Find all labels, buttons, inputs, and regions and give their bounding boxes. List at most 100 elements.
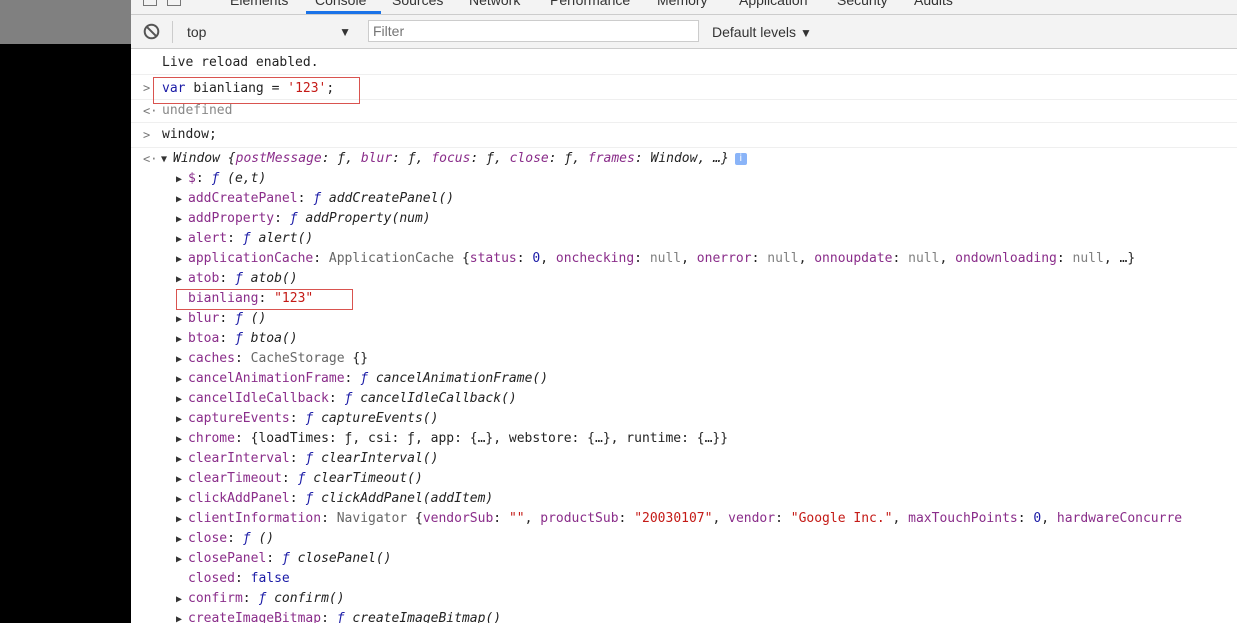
property-value: addCreatePanel() xyxy=(328,191,455,206)
separator xyxy=(368,371,376,386)
property-row[interactable]: ▶ $: ƒ (e,t) xyxy=(176,169,266,189)
object-type: ApplicationCache xyxy=(328,251,455,266)
separator: , xyxy=(892,511,909,526)
property-row[interactable]: ▶ clickAddPanel: ƒ clickAddPanel(addItem) xyxy=(176,489,493,509)
summary-prop-key: postMessage xyxy=(235,151,322,166)
separator: : xyxy=(266,551,282,566)
property-row[interactable]: ▶ addCreatePanel: ƒ addCreatePanel() xyxy=(176,189,454,209)
separator: : xyxy=(195,171,212,186)
background-panel-gray xyxy=(0,0,131,44)
property-key: clearTimeout xyxy=(188,471,282,486)
clear-console-icon[interactable] xyxy=(143,23,160,40)
inner-key: maxTouchPoints xyxy=(908,511,1018,526)
triangle-right-icon: ▶ xyxy=(176,534,183,545)
property-key: clearInterval xyxy=(188,451,290,466)
function-glyph: ƒ xyxy=(289,211,298,226)
separator: : xyxy=(234,571,251,586)
info-icon[interactable]: i xyxy=(734,152,747,165)
triangle-down-icon: ▼ xyxy=(161,154,168,165)
property-key: addProperty xyxy=(188,211,275,226)
property-row[interactable]: ▶ blur: ƒ () xyxy=(176,309,266,329)
property-row[interactable]: closed: false xyxy=(176,569,290,589)
triangle-right-icon: ▶ xyxy=(176,194,183,205)
property-value: clearTimeout() xyxy=(313,471,423,486)
property-row[interactable]: ▶ close: ƒ () xyxy=(176,529,274,549)
separator: : xyxy=(493,511,509,526)
property-key: btoa xyxy=(188,331,220,346)
property-row[interactable]: ▶ btoa: ƒ btoa() xyxy=(176,329,298,349)
property-key: alert xyxy=(188,231,228,246)
separator: : xyxy=(219,271,235,286)
property-row[interactable]: ▶ closePanel: ƒ closePanel() xyxy=(176,549,392,569)
toolbar-separator xyxy=(172,21,173,43)
triangle-right-icon: ▶ xyxy=(176,474,183,485)
triangle-right-icon: ▶ xyxy=(176,494,183,505)
property-row[interactable]: ▶ atob: ƒ atob() xyxy=(176,269,298,289)
property-value: atob() xyxy=(250,271,298,286)
property-row[interactable]: ▶ caches: CacheStorage {} xyxy=(176,349,368,369)
separator: : xyxy=(321,611,337,623)
inner-key: onchecking xyxy=(555,251,635,266)
property-row[interactable]: ▶ chrome: {loadTimes: ƒ, csi: ƒ, app: {…}… xyxy=(176,429,728,449)
separator: , xyxy=(540,251,556,266)
tab-console[interactable]: Console xyxy=(315,0,366,8)
tab-memory[interactable]: Memory xyxy=(657,0,708,8)
property-value: captureEvents() xyxy=(321,411,439,426)
separator xyxy=(313,411,321,426)
function-glyph: ƒ xyxy=(234,271,243,286)
property-row[interactable]: ▶ cancelAnimationFrame: ƒ cancelAnimation… xyxy=(176,369,548,389)
tab-security[interactable]: Security xyxy=(837,0,888,8)
filter-input[interactable] xyxy=(368,20,699,42)
devtools-tab-strip: Elements Console Sources Network Perform… xyxy=(131,0,1237,15)
inspect-element-icon[interactable] xyxy=(143,0,157,6)
property-row[interactable]: ▶ confirm: ƒ confirm() xyxy=(176,589,345,609)
tab-application[interactable]: Application xyxy=(739,0,808,8)
inner-value: "20030107" xyxy=(634,511,713,526)
property-row[interactable]: ▶ createImageBitmap: ƒ createImageBitmap(… xyxy=(176,609,501,623)
tab-network[interactable]: Network xyxy=(469,0,520,8)
function-glyph: ƒ xyxy=(336,611,345,623)
property-key: close xyxy=(188,531,228,546)
separator: , xyxy=(345,151,361,166)
property-key: blur xyxy=(188,311,220,326)
separator: , xyxy=(524,511,541,526)
inner-value: "Google Inc." xyxy=(790,511,893,526)
property-row[interactable]: ▶ cancelIdleCallback: ƒ cancelIdleCallbac… xyxy=(176,389,517,409)
separator: , …} xyxy=(1103,251,1136,266)
property-value: alert() xyxy=(258,231,314,246)
separator: : xyxy=(751,251,768,266)
background-panel-black xyxy=(0,44,131,623)
summary-prop-value: Window xyxy=(650,151,698,166)
console-toolbar: top ▼ Default levels▼ xyxy=(131,15,1237,49)
tab-performance[interactable]: Performance xyxy=(550,0,630,8)
property-row[interactable]: ▶ applicationCache: ApplicationCache {sta… xyxy=(176,249,1135,269)
property-row[interactable]: ▶ addProperty: ƒ addProperty(num) xyxy=(176,209,431,229)
tab-sources[interactable]: Sources xyxy=(392,0,443,8)
context-selector[interactable]: top ▼ xyxy=(187,22,351,42)
property-key: addCreatePanel xyxy=(188,191,298,206)
property-row[interactable]: ▶ clientInformation: Navigator {vendorSub… xyxy=(176,509,1182,529)
separator xyxy=(219,171,227,186)
window-object-summary[interactable]: ▼ Window {postMessage: ƒ, blur: ƒ, focus:… xyxy=(161,149,747,169)
separator xyxy=(290,551,298,566)
separator xyxy=(313,491,321,506)
separator: : xyxy=(227,231,243,246)
property-key: closed xyxy=(188,571,235,586)
tab-audits[interactable]: Audits xyxy=(914,0,953,8)
property-value: () xyxy=(258,531,275,546)
property-row[interactable]: ▶ captureEvents: ƒ captureEvents() xyxy=(176,409,438,429)
separator xyxy=(266,591,274,606)
separator: : xyxy=(344,371,361,386)
property-row[interactable]: ▶ clearInterval: ƒ clearInterval() xyxy=(176,449,438,469)
tab-elements[interactable]: Elements xyxy=(230,0,288,8)
function-glyph: ƒ xyxy=(242,231,251,246)
console-message: Live reload enabled. xyxy=(131,49,1237,75)
property-row[interactable]: ▶ clearTimeout: ƒ clearTimeout() xyxy=(176,469,423,489)
property-row[interactable]: ▶ alert: ƒ alert() xyxy=(176,229,313,249)
command-text[interactable]: window; xyxy=(162,125,217,145)
property-value: {} xyxy=(344,351,369,366)
separator: : xyxy=(516,251,533,266)
log-levels-dropdown[interactable]: Default levels ▼ xyxy=(712,22,812,43)
device-toolbar-icon[interactable] xyxy=(167,0,181,6)
separator: : xyxy=(219,311,235,326)
